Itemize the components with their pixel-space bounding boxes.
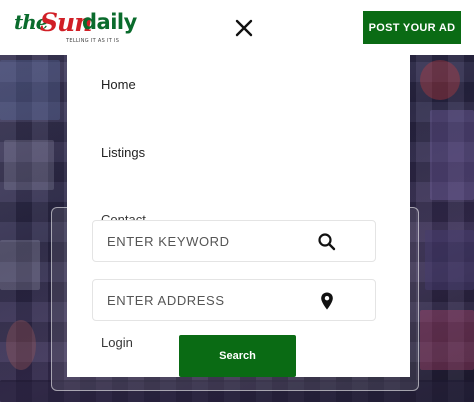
close-icon[interactable] <box>232 16 256 40</box>
map-pin-icon <box>317 291 337 311</box>
search-icon[interactable] <box>317 232 337 252</box>
menu-item-listings[interactable]: Listings <box>101 145 145 160</box>
address-field[interactable] <box>92 279 376 321</box>
search-button[interactable]: Search <box>179 335 296 377</box>
menu-item-home[interactable]: Home <box>101 77 136 92</box>
logo-text-daily: daily <box>82 10 137 34</box>
keyword-field[interactable] <box>92 220 376 262</box>
site-logo[interactable]: the Sun daily TELLING IT AS IT IS <box>14 8 137 46</box>
logo-tagline: TELLING IT AS IT IS <box>66 38 120 44</box>
post-your-ad-button[interactable]: POST YOUR AD <box>363 11 461 44</box>
site-header: the Sun daily TELLING IT AS IT IS POST Y… <box>0 0 474 55</box>
address-input[interactable] <box>107 280 307 320</box>
keyword-input[interactable] <box>107 221 307 261</box>
